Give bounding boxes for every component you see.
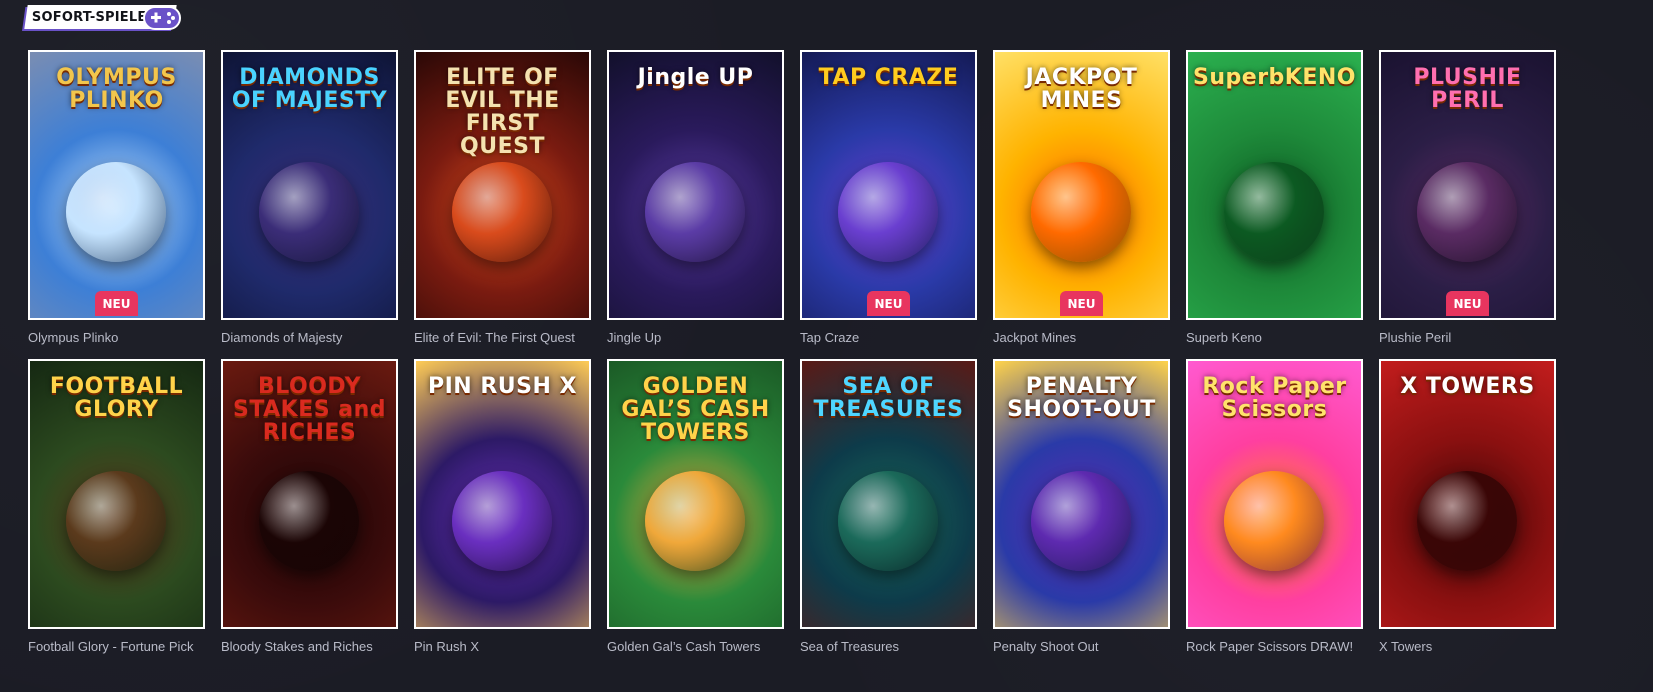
gamepad-icon: [143, 6, 181, 30]
game-artwork-figure: [1224, 471, 1324, 571]
game-logo: PIN RUSH X: [427, 374, 578, 399]
section-header: SOFORT-SPIELE: [24, 2, 181, 32]
game-card[interactable]: PENALTY SHOOT-OUT Penalty Shoot Out: [993, 359, 1170, 654]
game-card[interactable]: X TOWERS X Towers: [1379, 359, 1556, 654]
game-thumbnail[interactable]: FOOTBALL GLORY: [28, 359, 205, 629]
game-artwork-figure: [645, 471, 745, 571]
game-title[interactable]: Penalty Shoot Out: [993, 639, 1170, 654]
game-title[interactable]: Sea of Treasures: [800, 639, 977, 654]
game-title[interactable]: Jingle Up: [607, 330, 784, 345]
game-thumbnail[interactable]: JACKPOT MINES NEU: [993, 50, 1170, 320]
game-logo: OLYMPUS PLINKO: [56, 65, 177, 114]
game-title[interactable]: Football Glory - Fortune Pick: [28, 639, 205, 654]
game-artwork-figure: [66, 471, 166, 571]
game-thumbnail[interactable]: BLOODY STAKES and RICHES: [221, 359, 398, 629]
game-thumbnail[interactable]: SEA OF TREASURES: [800, 359, 977, 629]
game-title[interactable]: Superb Keno: [1186, 330, 1363, 345]
game-title[interactable]: Jackpot Mines: [993, 330, 1170, 345]
game-thumbnail[interactable]: Jingle UP: [607, 50, 784, 320]
game-card[interactable]: SEA OF TREASURES Sea of Treasures: [800, 359, 977, 654]
game-title[interactable]: Elite of Evil: The First Quest: [414, 330, 591, 345]
new-badge: NEU: [1059, 291, 1104, 316]
new-badge: NEU: [1445, 291, 1490, 316]
game-artwork-figure: [1224, 162, 1324, 262]
game-artwork-figure: [259, 162, 359, 262]
game-thumbnail[interactable]: PLUSHIE PERIL NEU: [1379, 50, 1556, 320]
game-title[interactable]: Golden Gal’s Cash Towers: [607, 639, 784, 654]
game-title[interactable]: X Towers: [1379, 639, 1556, 654]
game-artwork-figure: [645, 162, 745, 262]
games-grid: OLYMPUS PLINKO NEU Olympus Plinko DIAMONDS …: [28, 50, 1638, 654]
game-card[interactable]: Jingle UP Jingle Up: [607, 50, 784, 345]
section-title-text: SOFORT-SPIELE: [31, 10, 147, 25]
game-artwork-figure: [1417, 471, 1517, 571]
game-artwork-figure: [66, 162, 166, 262]
game-artwork-figure: [1031, 471, 1131, 571]
new-badge: NEU: [866, 291, 911, 316]
game-logo: DIAMONDS OF MAJESTY: [231, 65, 388, 114]
game-card[interactable]: DIAMONDS OF MAJESTY Diamonds of Majesty: [221, 50, 398, 345]
game-card[interactable]: FOOTBALL GLORY Football Glory - Fortune P…: [28, 359, 205, 654]
game-card[interactable]: JACKPOT MINES NEU Jackpot Mines: [993, 50, 1170, 345]
game-logo: SuperbKENO: [1193, 65, 1356, 90]
game-thumbnail[interactable]: GOLDEN GAL’S CASH TOWERS: [607, 359, 784, 629]
game-artwork-figure: [838, 162, 938, 262]
new-badge: NEU: [94, 291, 139, 316]
game-thumbnail[interactable]: SuperbKENO: [1186, 50, 1363, 320]
game-logo: TAP CRAZE: [818, 65, 959, 90]
game-thumbnail[interactable]: Rock Paper Scissors: [1186, 359, 1363, 629]
game-title[interactable]: Tap Craze: [800, 330, 977, 345]
game-logo: Jingle UP: [637, 65, 754, 90]
game-card[interactable]: PIN RUSH X Pin Rush X: [414, 359, 591, 654]
game-logo: ELITE OF EVIL THE FIRST QUEST: [445, 65, 560, 160]
game-thumbnail[interactable]: TAP CRAZE NEU: [800, 50, 977, 320]
game-artwork-figure: [1417, 162, 1517, 262]
game-thumbnail[interactable]: PIN RUSH X: [414, 359, 591, 629]
game-logo: SEA OF TREASURES: [813, 374, 964, 423]
game-logo: X TOWERS: [1400, 374, 1535, 399]
game-artwork-figure: [452, 471, 552, 571]
game-card[interactable]: Rock Paper Scissors Rock Paper Scissors D…: [1186, 359, 1363, 654]
game-artwork-figure: [259, 471, 359, 571]
game-logo: Rock Paper Scissors: [1202, 374, 1347, 423]
game-artwork-figure: [1031, 162, 1131, 262]
game-card[interactable]: ELITE OF EVIL THE FIRST QUEST Elite of Ev…: [414, 50, 591, 345]
game-thumbnail[interactable]: PENALTY SHOOT-OUT: [993, 359, 1170, 629]
game-logo: GOLDEN GAL’S CASH TOWERS: [621, 374, 770, 446]
game-title[interactable]: Bloody Stakes and Riches: [221, 639, 398, 654]
game-logo: BLOODY STAKES and RICHES: [232, 374, 386, 446]
game-card[interactable]: OLYMPUS PLINKO NEU Olympus Plinko: [28, 50, 205, 345]
game-artwork-figure: [452, 162, 552, 262]
game-title[interactable]: Rock Paper Scissors DRAW!: [1186, 639, 1363, 654]
game-artwork-figure: [838, 471, 938, 571]
game-card[interactable]: TAP CRAZE NEU Tap Craze: [800, 50, 977, 345]
game-title[interactable]: Pin Rush X: [414, 639, 591, 654]
game-title[interactable]: Diamonds of Majesty: [221, 330, 398, 345]
game-logo: FOOTBALL GLORY: [49, 374, 184, 423]
game-logo: JACKPOT MINES: [1025, 65, 1138, 114]
game-card[interactable]: GOLDEN GAL’S CASH TOWERS Golden Gal’s Cas…: [607, 359, 784, 654]
game-card[interactable]: PLUSHIE PERIL NEU Plushie Peril: [1379, 50, 1556, 345]
game-thumbnail[interactable]: ELITE OF EVIL THE FIRST QUEST: [414, 50, 591, 320]
game-logo: PLUSHIE PERIL: [1413, 65, 1522, 114]
game-title[interactable]: Plushie Peril: [1379, 330, 1556, 345]
game-thumbnail[interactable]: DIAMONDS OF MAJESTY: [221, 50, 398, 320]
game-card[interactable]: BLOODY STAKES and RICHES Bloody Stakes an…: [221, 359, 398, 654]
game-logo: PENALTY SHOOT-OUT: [1007, 374, 1156, 423]
game-thumbnail[interactable]: X TOWERS: [1379, 359, 1556, 629]
game-thumbnail[interactable]: OLYMPUS PLINKO NEU: [28, 50, 205, 320]
game-card[interactable]: SuperbKENO Superb Keno: [1186, 50, 1363, 345]
game-title[interactable]: Olympus Plinko: [28, 330, 205, 345]
